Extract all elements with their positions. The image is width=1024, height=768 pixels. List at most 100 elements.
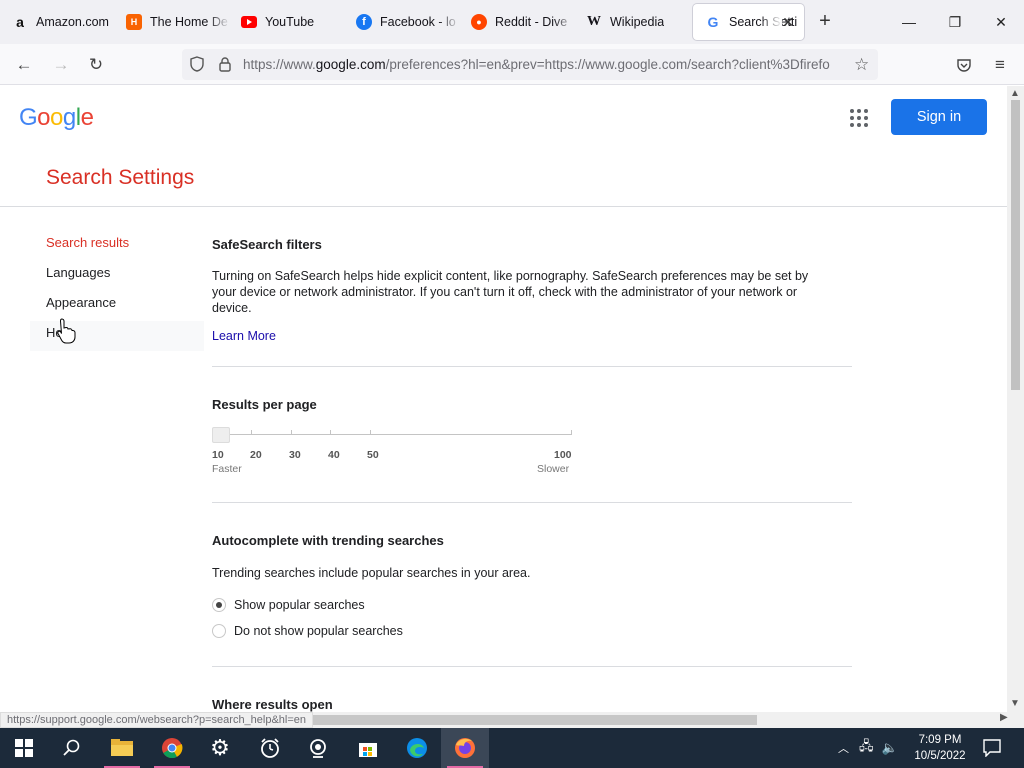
- vertical-scrollbar[interactable]: ▲ ▼: [1007, 86, 1024, 712]
- pocket-icon[interactable]: [951, 52, 977, 78]
- network-icon[interactable]: 🖧: [859, 737, 874, 759]
- firefox-icon[interactable]: [441, 728, 489, 768]
- restore-button[interactable]: ❐: [932, 0, 978, 44]
- google-settings-page: Google Sign in Search Settings Search re…: [0, 86, 1007, 712]
- logo-letter: o: [37, 104, 51, 131]
- scroll-down-icon[interactable]: ▼: [1010, 698, 1020, 709]
- horizontal-scrollbar[interactable]: ▶ https://support.google.com/websearch?p…: [0, 712, 1024, 728]
- slider-label: 100: [554, 449, 572, 461]
- section-divider: [212, 502, 852, 503]
- slider-label: 50: [367, 449, 379, 461]
- logo-letter: G: [19, 104, 38, 131]
- slider-thumb[interactable]: [212, 427, 230, 443]
- tab-reddit[interactable]: ● Reddit - Dive: [459, 4, 575, 40]
- logo-letter: e: [80, 104, 94, 131]
- slider-label: 10: [212, 449, 224, 461]
- radio-hide-popular[interactable]: Do not show popular searches: [212, 624, 403, 638]
- header-divider: [0, 206, 1007, 207]
- alarm-clock-icon[interactable]: [246, 728, 294, 768]
- lock-icon[interactable]: [217, 56, 233, 72]
- tab-search-settings[interactable]: G Search Setti ✕: [693, 4, 804, 40]
- status-link-preview: https://support.google.com/websearch?p=s…: [0, 712, 314, 728]
- chrome-icon[interactable]: [148, 728, 196, 768]
- close-tab-icon[interactable]: ✕: [782, 14, 794, 31]
- results-per-page-slider[interactable]: 10 20 30 40 50 100 Faster Slower: [212, 424, 574, 475]
- autocomplete-title: Autocomplete with trending searches: [212, 533, 444, 548]
- where-results-open-title: Where results open: [212, 697, 333, 712]
- logo-letter: g: [62, 104, 76, 131]
- webcam-icon[interactable]: [294, 728, 342, 768]
- forward-button[interactable]: →: [48, 52, 74, 78]
- close-window-button[interactable]: ✕: [978, 0, 1024, 44]
- scroll-right-icon[interactable]: ▶: [1000, 712, 1008, 723]
- taskbar-clock[interactable]: 7:09 PM 10/5/2022: [910, 732, 970, 764]
- tab-label: Amazon.com: [36, 15, 109, 29]
- tab-label: Wikipedia: [610, 15, 665, 29]
- menu-icon[interactable]: ≡: [987, 52, 1013, 78]
- scroll-up-icon[interactable]: ▲: [1010, 88, 1020, 99]
- radio-show-popular[interactable]: Show popular searches: [212, 598, 365, 612]
- url-text[interactable]: https://www.google.com/preferences?hl=en…: [243, 57, 843, 73]
- section-divider: [212, 366, 852, 367]
- home-depot-icon: H: [126, 14, 142, 30]
- tab-amazon[interactable]: a Amazon.com: [0, 4, 120, 40]
- radio-label: Show popular searches: [234, 598, 365, 612]
- sidebar-item-languages[interactable]: Languages: [30, 261, 204, 291]
- radio-label: Do not show popular searches: [234, 624, 403, 638]
- slider-tick: [370, 430, 371, 435]
- page-title: Search Settings: [46, 166, 195, 189]
- url-path: /preferences?hl=en&prev=https://www.goog…: [385, 57, 830, 72]
- hand-cursor-icon: [57, 318, 76, 344]
- scrollbar-thumb[interactable]: [1011, 100, 1020, 390]
- tab-facebook[interactable]: f Facebook - lo: [344, 4, 460, 40]
- bookmark-star-icon[interactable]: ☆: [854, 55, 870, 74]
- slider-tick: [251, 430, 252, 435]
- radio-button[interactable]: [212, 624, 226, 638]
- show-hidden-icons-icon[interactable]: ︿: [838, 740, 849, 756]
- sidebar-item-search-results[interactable]: Search results: [30, 231, 204, 261]
- new-tab-button[interactable]: +: [813, 10, 837, 34]
- facebook-icon: f: [356, 14, 372, 30]
- volume-icon[interactable]: 🔈: [882, 740, 898, 756]
- sign-in-button[interactable]: Sign in: [891, 99, 987, 135]
- microsoft-store-icon[interactable]: [344, 728, 392, 768]
- file-explorer-icon[interactable]: [98, 728, 146, 768]
- tab-wikipedia[interactable]: W Wikipedia: [574, 4, 690, 40]
- slider-tick: [330, 430, 331, 435]
- shield-icon[interactable]: [189, 56, 205, 72]
- tab-strip: a Amazon.com H The Home De YouTube f Fac…: [0, 0, 1024, 44]
- reload-button[interactable]: ↻: [83, 52, 109, 78]
- google-apps-icon[interactable]: [850, 109, 868, 127]
- url-bar[interactable]: https://www.google.com/preferences?hl=en…: [182, 49, 878, 80]
- system-tray: ︿ 🖧 🔈: [838, 728, 898, 768]
- slider-label: 20: [250, 449, 262, 461]
- slider-tick: [291, 430, 292, 435]
- wikipedia-icon: W: [587, 14, 601, 29]
- back-button[interactable]: ←: [11, 52, 37, 78]
- slider-track[interactable]: [212, 434, 572, 435]
- minimize-button[interactable]: —: [886, 0, 932, 44]
- url-host: google.com: [315, 57, 386, 72]
- edge-icon[interactable]: [393, 728, 441, 768]
- settings-gear-icon[interactable]: ⚙: [196, 728, 244, 768]
- radio-button-selected[interactable]: [212, 598, 226, 612]
- reddit-icon: ●: [471, 14, 487, 30]
- faster-caption: Faster: [212, 463, 242, 475]
- tab-home-depot[interactable]: H The Home De: [114, 4, 230, 40]
- windows-start-icon[interactable]: [0, 728, 48, 768]
- clock-time: 7:09 PM: [918, 734, 962, 746]
- clock-date: 10/5/2022: [914, 750, 966, 762]
- search-icon[interactable]: [48, 728, 96, 768]
- tab-label: YouTube: [265, 15, 315, 29]
- slower-caption: Slower: [537, 463, 570, 475]
- notifications-icon[interactable]: [970, 728, 1014, 768]
- google-logo[interactable]: Google: [19, 104, 94, 132]
- safesearch-title: SafeSearch filters: [212, 237, 322, 252]
- logo-letter: o: [50, 104, 63, 131]
- youtube-icon: [241, 14, 257, 30]
- tab-youtube[interactable]: YouTube: [229, 4, 345, 40]
- windows-taskbar: ⚙ ︿ 🖧 🔈 7:09 PM 10/5/2022: [0, 728, 1024, 768]
- sidebar-item-appearance[interactable]: Appearance: [30, 291, 204, 321]
- learn-more-link[interactable]: Learn More: [212, 329, 276, 343]
- section-divider: [212, 666, 852, 667]
